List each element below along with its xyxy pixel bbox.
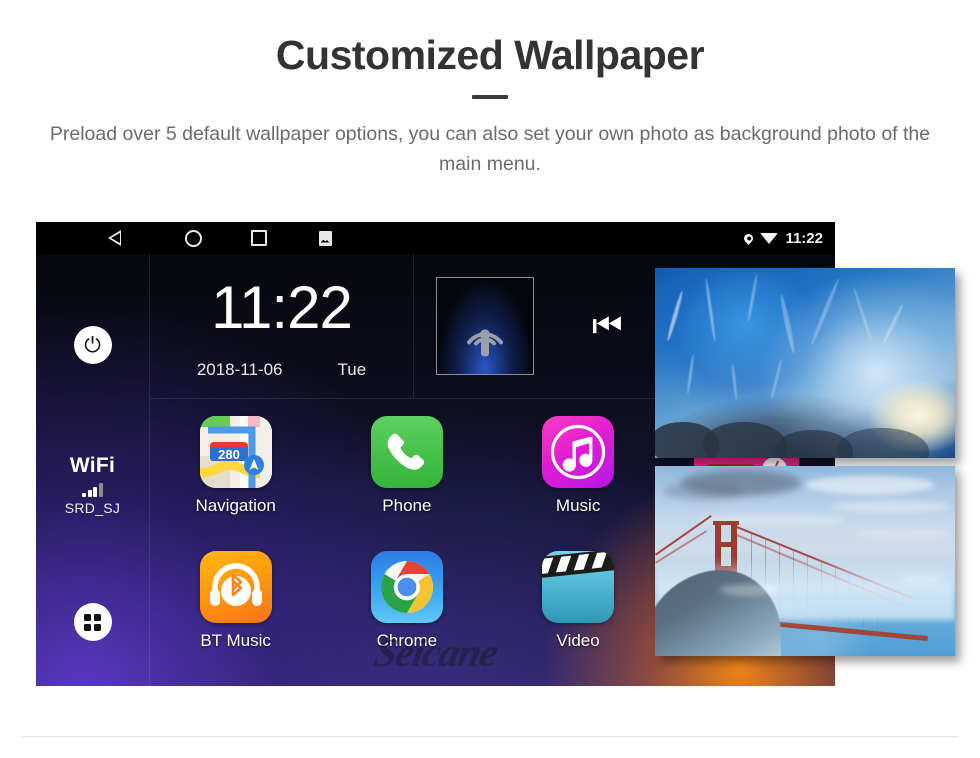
back-icon <box>107 230 134 246</box>
status-indicators: 11:22 <box>742 222 823 254</box>
home-icon <box>184 229 202 247</box>
app-label: Phone <box>382 496 432 515</box>
title-divider <box>472 95 508 100</box>
clock-weekday: Tue <box>337 360 367 379</box>
launcher-sidebar: ⏻ WiFi SRD_SJ <box>36 254 150 686</box>
radio-source-tile[interactable] <box>436 277 534 375</box>
recents-button[interactable] <box>226 222 292 254</box>
app-label: BT Music <box>200 631 271 650</box>
app-navigation[interactable]: 280 Navigation <box>150 416 321 551</box>
maps-icon: 280 <box>199 416 272 488</box>
wifi-signal-icon <box>36 483 149 497</box>
power-icon: ⏻ <box>84 332 101 357</box>
screenshot-icon <box>318 230 332 246</box>
app-label: Chrome <box>376 631 438 650</box>
phone-icon <box>370 416 443 488</box>
footer-divider <box>22 736 958 737</box>
app-music[interactable]: Music <box>493 416 664 551</box>
navigation-button-group <box>94 222 358 254</box>
page-title: Customized Wallpaper <box>275 32 705 78</box>
wifi-icon <box>760 232 779 244</box>
svg-text:280: 280 <box>218 447 240 462</box>
ice-cave-wallpaper[interactable] <box>655 268 955 458</box>
page-header: Customized Wallpaper Preload over 5 defa… <box>0 0 980 179</box>
chrome-icon <box>370 551 443 623</box>
recents-icon <box>251 230 267 246</box>
wifi-ssid-label: SRD_SJ <box>64 500 121 516</box>
radio-tower-icon <box>467 329 503 357</box>
bluetooth-headphones-icon <box>199 551 272 623</box>
app-label: Navigation <box>195 496 276 515</box>
clock-widget[interactable]: 11:22 2018-11-06 Tue <box>150 254 414 399</box>
all-apps-button[interactable] <box>36 603 149 641</box>
previous-track-button[interactable]: ⏮ <box>592 309 623 343</box>
app-bt-music[interactable]: BT Music <box>150 551 321 686</box>
clock-date: 2018-11-06 <box>196 360 283 379</box>
app-phone[interactable]: Phone <box>321 416 492 551</box>
golden-gate-wallpaper[interactable] <box>655 466 955 656</box>
power-button[interactable]: ⏻ <box>36 326 149 364</box>
screenshot-button[interactable] <box>292 222 358 254</box>
music-note-icon <box>542 416 615 488</box>
location-pin-icon <box>742 231 756 245</box>
app-chrome[interactable]: Chrome <box>321 551 492 686</box>
home-button[interactable] <box>160 222 226 254</box>
app-label: Music <box>555 496 601 515</box>
page-subtitle: Preload over 5 default wallpaper options… <box>49 123 931 176</box>
app-video[interactable]: Video <box>493 551 664 686</box>
clock-time: 11:22 <box>211 274 353 341</box>
clapperboard-icon <box>542 551 615 623</box>
app-label: Video <box>556 631 600 650</box>
wifi-status-block[interactable]: WiFi SRD_SJ <box>36 454 149 516</box>
wifi-label: WiFi <box>69 454 116 477</box>
android-status-bar: 11:22 <box>36 222 835 254</box>
apps-grid-icon <box>84 613 101 631</box>
back-button[interactable] <box>94 222 160 254</box>
status-bar-clock: 11:22 <box>785 229 823 247</box>
